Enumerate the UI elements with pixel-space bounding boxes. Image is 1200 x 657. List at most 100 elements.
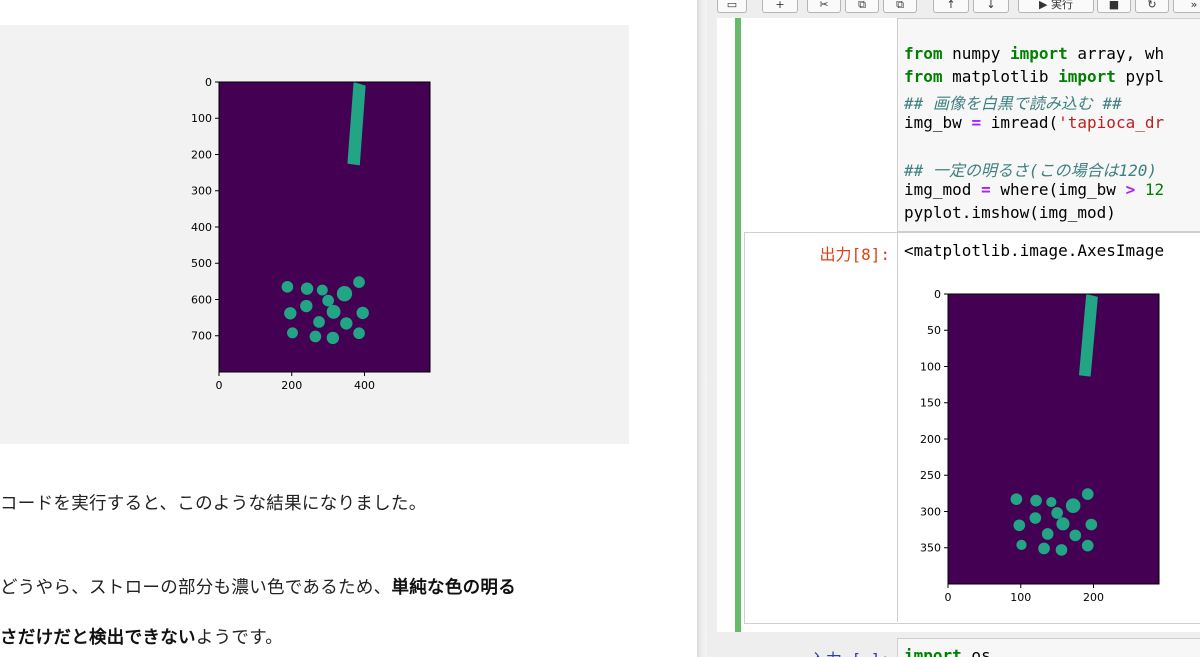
paragraph-result: コードを実行すると、このような結果になりました。 [0, 490, 427, 515]
pearl-blob [316, 284, 328, 296]
restart-icon: ↻ [1147, 0, 1157, 11]
code-text: numpy [942, 44, 1010, 63]
y-tick-label: 700 [191, 330, 212, 343]
code-text: imread( [981, 113, 1059, 132]
cell-selected-indicator [735, 18, 741, 632]
arrow-up-icon: ↑ [946, 0, 956, 11]
pearl-blob [1038, 542, 1050, 555]
code-line-2: from matplotlib import pypl [904, 67, 1164, 86]
paragraph-conclusion: さだけだと検出できないようです。 [0, 624, 283, 649]
code-text: where(img_bw [990, 180, 1126, 199]
add-cell-button[interactable]: + [762, 0, 798, 13]
figure-panel: 0 100 200 300 400 500 600 700 0 200 400 [0, 25, 629, 444]
paragraph-conclusion-bold: さだけだと検出できない [0, 628, 196, 648]
code-text: img_mod [904, 180, 982, 199]
pearl-blob [281, 280, 294, 293]
move-up-button[interactable]: ↑ [933, 0, 969, 13]
y-tick-label: 100 [920, 360, 941, 373]
x-tick-label: 200 [281, 379, 302, 392]
image-background [219, 82, 430, 372]
run-label: ▶ 実行 [1039, 0, 1073, 11]
code-comment: ## 画像を白黒で読み込む ## [904, 94, 1122, 113]
code-line-6: img_mod = where(img_bw > 12 [904, 180, 1164, 199]
pearl-blob [300, 282, 314, 295]
paragraph-result-text: コードを実行すると、このような結果になりました。 [0, 494, 427, 514]
code-text: pypl [1115, 67, 1165, 86]
pearl-blob [309, 330, 322, 343]
pearl-blob [1041, 528, 1054, 540]
pearl-blob [1065, 498, 1081, 513]
stop-button[interactable]: ■ [1097, 0, 1131, 13]
code-operator: = [981, 180, 991, 199]
run-button[interactable]: ▶ 実行 [1018, 0, 1094, 13]
pearl-blob [1016, 539, 1027, 550]
pane-divider[interactable] [697, 0, 707, 657]
paragraph-straw-text: どうやら、ストローの部分も濃い色であるため、 [0, 578, 392, 598]
paragraph-straw-bold: 単純な色の明る [391, 578, 517, 598]
pearl-blob [1069, 529, 1082, 542]
image-background [948, 294, 1159, 584]
save-button[interactable]: ▭ [717, 0, 747, 13]
code-text: os [961, 646, 991, 657]
y-tick-label: 300 [191, 185, 212, 198]
x-tick-label: 200 [1083, 591, 1104, 604]
y-tick-label: 500 [191, 257, 212, 270]
y-tick-label: 50 [927, 324, 941, 337]
y-tick-label: 150 [920, 397, 941, 410]
paste-button[interactable]: ⧉ [883, 0, 917, 13]
pearl-blob [322, 294, 334, 307]
pearl-blob [1046, 496, 1057, 508]
code-comment: ## 一定の明るさ(この場合は120) [904, 161, 1158, 180]
y-tick-label: 100 [191, 112, 212, 125]
arrow-down-icon: ↓ [986, 0, 996, 11]
code-text: img_bw [904, 113, 972, 132]
pearl-blob [326, 304, 341, 319]
pearl-blob [1030, 494, 1042, 507]
code-line-5: ## 一定の明るさ(この場合は120) [904, 157, 1157, 181]
pearl-blob [1056, 517, 1070, 531]
code-line-4: img_bw = imread('tapioca_dr [904, 113, 1164, 132]
x-tick-label: 0 [216, 379, 223, 392]
cut-button[interactable]: ✂ [807, 0, 841, 13]
paragraph-straw: どうやら、ストローの部分も濃い色であるため、単純な色の明る [0, 574, 516, 599]
code-line-3: ## 画像を白黒で読み込む ## [904, 90, 1122, 114]
stop-icon: ■ [1108, 0, 1120, 11]
fast-forward-button[interactable]: » [1173, 0, 1200, 13]
pearl-blob [1051, 507, 1063, 519]
code-operator: = [971, 113, 982, 132]
scissors-icon: ✂ [819, 0, 829, 11]
result-image-plot-small: 0 50 100 150 200 250 300 350 0 100 200 [920, 288, 1160, 604]
x-tick-label: 100 [1010, 591, 1031, 604]
move-down-button[interactable]: ↓ [973, 0, 1009, 13]
result-image-plot-large: 0 100 200 300 400 500 600 700 0 200 400 [191, 76, 431, 392]
pearl-blob [336, 286, 353, 302]
restart-button[interactable]: ↻ [1135, 0, 1169, 13]
copy-button[interactable]: ⧉ [845, 0, 879, 13]
pearl-blob [356, 306, 369, 320]
output-prompt: 出力[8]: [819, 245, 890, 264]
y-tick-label: 200 [920, 433, 941, 446]
paste-icon: ⧉ [896, 0, 904, 11]
y-tick-label: 600 [191, 293, 212, 306]
code-keyword: from [904, 67, 943, 86]
next-input-prompt: 入力 [ ]: [744, 646, 890, 657]
code-keyword: import [1058, 67, 1116, 86]
y-tick-label: 200 [191, 148, 212, 161]
code-keyword: from [904, 44, 943, 63]
code-text: pyplot.imshow(img_mod) [904, 203, 1116, 222]
article-pane: 0 100 200 300 400 500 600 700 0 200 400 コードを実行すると、… [0, 0, 700, 657]
code-keyword: import [1009, 44, 1068, 63]
pearl-blob [284, 307, 297, 320]
plus-icon: + [775, 0, 785, 11]
pearl-blob [340, 317, 353, 330]
paragraph-conclusion-text: ようです。 [195, 628, 284, 648]
y-tick-label: 300 [920, 505, 941, 518]
pearl-blob [1085, 518, 1098, 531]
y-tick-label: 0 [934, 288, 941, 301]
code-operator: > [1125, 180, 1136, 199]
next-code-line: import os [904, 646, 991, 657]
fast-forward-icon: » [1190, 0, 1198, 11]
pearl-blob [1010, 493, 1023, 505]
code-number: 12 [1135, 180, 1165, 199]
pearl-blob [353, 276, 365, 288]
